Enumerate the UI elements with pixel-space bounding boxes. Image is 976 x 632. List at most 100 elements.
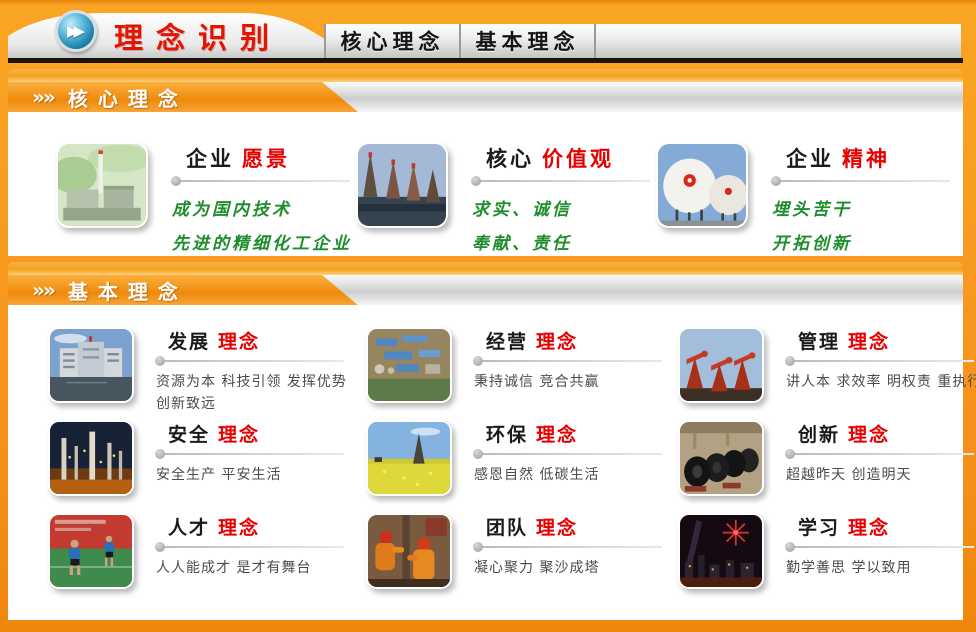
core-item-vision: 企业愿景 成为国内技术 先进的精细化工企业 [56,142,356,256]
basic-item-learning: 学习理念 勤学善思 学以致用 [678,513,976,606]
basic-item-desc: 安全生产 平安生活 [156,465,352,487]
title-red: 理念 [848,517,890,539]
title-divider [474,453,662,455]
basic-item-title: 学习理念 [786,513,976,540]
badminton-match-photo [48,513,134,589]
fast-forward-glyph: ▶▶ [67,22,85,40]
core-motto-line: 先进的精细化工企业 [172,229,352,254]
basic-item-desc: 讲人本 求效率 明权责 重执行 [786,372,976,394]
tab-core-concept[interactable]: 核心理念 [324,24,459,58]
page-header: ▶▶ 理念识别 核心理念 基本理念 [8,6,963,58]
basic-item-talent: 人才理念 人人能成才 是才有舞台 [48,513,366,606]
core-item-title: 核心价值观 [472,143,650,173]
core-section-bar: »» 核心理念 [8,82,963,112]
title-divider [786,360,974,362]
title-divider [172,180,350,182]
title-divider [156,360,344,362]
basic-section-heading: »» 基本理念 [8,275,360,305]
core-item-text: 企业愿景 成为国内技术 先进的精细化工企业 [172,142,352,256]
core-motto-line: 埋头苦干 [772,195,950,220]
core-item-title: 企业精神 [772,143,950,173]
page-title: 理念识别 [114,15,282,57]
core-section-body: 企业 愿景 成为国内技术 先进的精细化工企业 [8,112,963,256]
core-motto: 埋头苦干 开拓创新 [772,195,950,254]
title-black: 人才 [168,517,210,539]
title-divider [786,453,974,455]
core-motto-line: 成为国内技术 [172,195,352,220]
basic-item-text: 创新理念 超越昨天 创造明天 [786,420,976,513]
basic-section-bar: »» 基本理念 [8,275,963,305]
canola-field-rig-photo [366,420,452,496]
basic-item-innovation: 创新理念 超越昨天 创造明天 [678,420,976,513]
title-black: 安全 [168,424,210,446]
title-black: 经营 [486,331,528,353]
title-black: 管理 [798,331,840,353]
core-motto-line: 奉献、责任 [472,229,650,254]
basic-item-desc: 秉持诚信 竞合共赢 [474,372,670,394]
title-black: 环保 [486,424,528,446]
title-red: 理念 [848,331,890,353]
title-red: 愿景 [242,147,290,171]
title-divider [474,360,662,362]
basic-item-safety: 安全理念 安全生产 平安生活 [48,420,366,513]
core-motto: 成为国内技术 先进的精细化工企业 [172,195,352,254]
page-inner: ▶▶ 理念识别 核心理念 基本理念 »» 核心理念 [8,6,963,620]
drilling-workers-photo [366,513,452,589]
basic-item-desc: 资源为本 科技引领 发挥优势 创新致远 [156,372,352,415]
title-divider [772,180,950,182]
title-red: 理念 [218,424,260,446]
title-divider [156,453,344,455]
basic-item-desc: 勤学善思 学以致用 [786,558,976,580]
fireworks-plant-photo [678,513,764,589]
basic-item-development: 发展理念 资源为本 科技引领 发挥优势 创新致远 [48,327,366,420]
tabbar-filler [594,24,961,58]
title-red: 理念 [848,424,890,446]
nav-tabbar: 核心理念 基本理念 [324,24,961,58]
basic-item-text: 人才理念 人人能成才 是才有舞台 [156,513,352,606]
title-red: 理念 [218,517,260,539]
basic-item-desc: 感恩自然 低碳生活 [474,465,670,487]
basic-item-title: 经营理念 [474,327,670,354]
basic-item-team: 团队理念 凝心聚力 聚沙成塔 [366,513,678,606]
basic-item-text: 学习理念 勤学善思 学以致用 [786,513,976,606]
basic-item-desc: 超越昨天 创造明天 [786,465,976,487]
basic-item-text: 发展理念 资源为本 科技引领 发挥优势 创新致远 [156,327,352,420]
page: ▶▶ 理念识别 核心理念 基本理念 »» 核心理念 [0,0,976,632]
industrial-plant-aerial-photo [366,327,452,403]
title-black: 团队 [486,517,528,539]
title-black: 企业 [786,147,834,171]
core-section-heading: »» 核心理念 [8,82,360,112]
basic-item-text: 经营理念 秉持诚信 竞合共赢 [474,327,670,420]
basic-item-title: 安全理念 [156,420,352,447]
title-divider [156,546,344,548]
double-chevron-icon: »» [32,278,54,302]
basic-item-text: 环保理念 感恩自然 低碳生活 [474,420,670,513]
core-motto-line: 开拓创新 [772,229,950,254]
title-red: 理念 [536,517,578,539]
core-item-text: 核心价值观 求实、诚信 奉献、责任 [472,142,650,256]
basic-section-strip [8,262,963,275]
drilling-rigs-photo [356,142,448,228]
basic-item-title: 创新理念 [786,420,976,447]
basic-section-body: 发展理念 资源为本 科技引领 发挥优势 创新致远 [8,305,963,620]
refinery-night-photo [48,420,134,496]
tab-basic-concept[interactable]: 基本理念 [459,24,594,58]
basic-item-title: 管理理念 [786,327,976,354]
basic-item-text: 安全理念 安全生产 平安生活 [156,420,352,513]
title-red: 理念 [536,424,578,446]
title-divider [474,546,662,548]
title-divider [472,180,650,182]
title-red: 价值观 [542,147,614,171]
basic-item-title: 人才理念 [156,513,352,540]
basic-item-management: 管理理念 讲人本 求效率 明权责 重执行 [678,327,976,420]
tire-factory-photo [678,420,764,496]
title-black: 发展 [168,331,210,353]
fast-forward-icon: ▶▶ [55,10,97,52]
basic-item-text: 管理理念 讲人本 求效率 明权责 重执行 [786,327,976,420]
basic-item-desc: 人人能成才 是才有舞台 [156,558,352,580]
title-red: 精神 [842,147,890,171]
basic-item-desc: 凝心聚力 聚沙成塔 [474,558,670,580]
title-divider [786,546,974,548]
section-heading-text: 核心理念 [68,83,188,112]
double-chevron-icon: »» [32,85,54,109]
